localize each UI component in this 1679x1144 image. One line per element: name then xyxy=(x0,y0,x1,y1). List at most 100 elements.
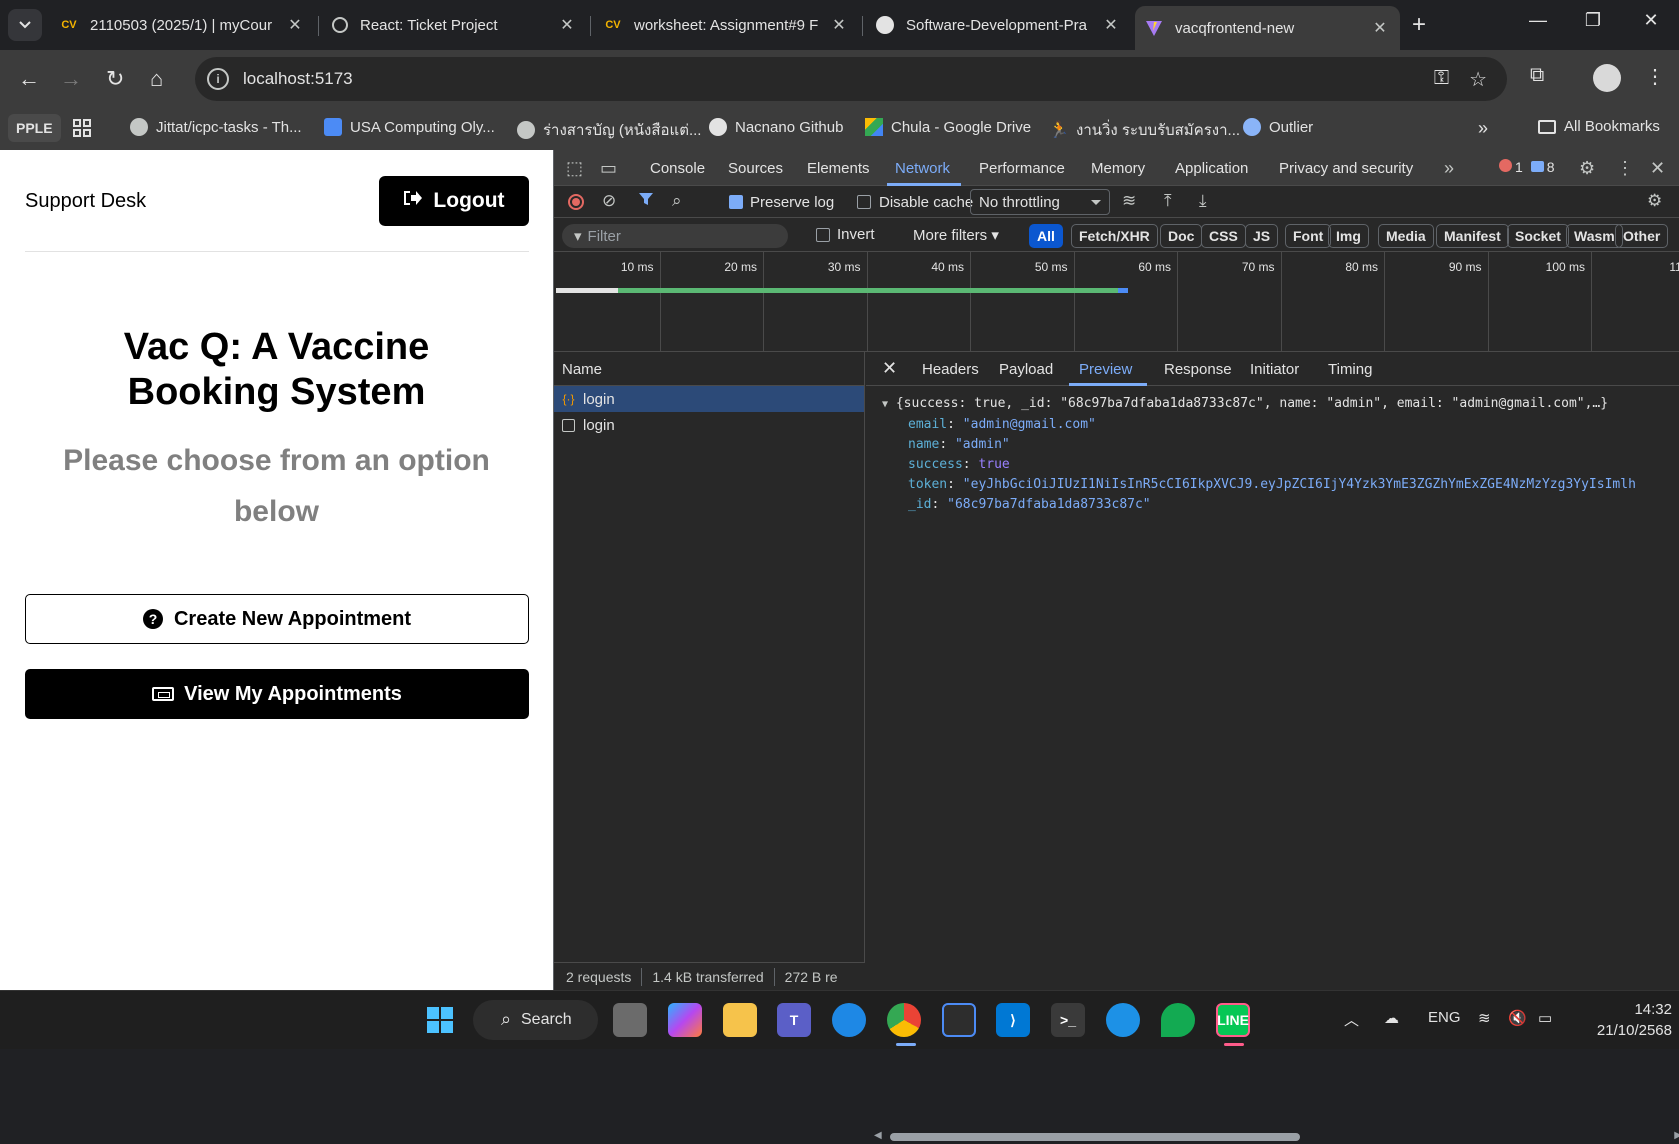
request-row[interactable]: {·} login xyxy=(554,386,864,412)
network-timeline[interactable]: 10 ms20 ms30 ms40 ms50 ms60 ms70 ms80 ms… xyxy=(554,252,1679,352)
tab-payload[interactable]: Payload xyxy=(999,361,1053,378)
network-settings-icon[interactable]: ⚙ xyxy=(1647,191,1662,211)
bookmark-item[interactable]: Chula - Google Drive xyxy=(865,118,1031,136)
network-conditions-icon[interactable]: ≋ xyxy=(1122,191,1136,211)
bookmark-item[interactable]: Nacnano Github xyxy=(709,118,843,136)
git-tool-icon[interactable] xyxy=(942,1003,976,1037)
tab-application[interactable]: Application xyxy=(1175,160,1248,177)
browser-tab[interactable]: CV worksheet: Assignment#9 F ✕ xyxy=(594,8,859,42)
restore-icon[interactable]: ❐ xyxy=(1573,10,1613,31)
expand-triangle-icon[interactable]: ▼ xyxy=(882,399,888,410)
windows-start-icon[interactable] xyxy=(423,1003,457,1037)
device-toolbar-icon[interactable]: ▭ xyxy=(600,158,617,179)
filter-funnel-icon[interactable] xyxy=(638,191,654,212)
all-bookmarks-folder[interactable]: All Bookmarks xyxy=(1538,118,1660,135)
scrollbar-thumb[interactable] xyxy=(890,1133,1300,1141)
volume-muted-icon[interactable]: 🔇 xyxy=(1508,1009,1527,1027)
file-explorer-icon[interactable] xyxy=(723,1003,757,1037)
browser-tab[interactable]: React: Ticket Project ✕ xyxy=(322,8,587,42)
home-icon[interactable]: ⌂ xyxy=(150,66,163,92)
devtools-menu-icon[interactable]: ⋮ xyxy=(1616,158,1634,179)
edge-icon[interactable] xyxy=(832,1003,866,1037)
extensions-icon[interactable]: ⧉ xyxy=(1530,64,1544,87)
terminal-icon[interactable]: >_ xyxy=(1051,1003,1085,1037)
bookmark-item[interactable]: 🏃 งานวิ่ง ระบบรับสมัครงา... xyxy=(1050,118,1240,142)
chrome-icon[interactable] xyxy=(887,1003,921,1037)
tab-search-button[interactable] xyxy=(8,9,42,41)
json-preview[interactable]: ▼ {success: true, _id: "68c97ba7dfaba1da… xyxy=(866,386,1679,515)
request-row[interactable]: login xyxy=(554,412,864,438)
close-icon[interactable]: ✕ xyxy=(829,15,849,35)
menu-kebab-icon[interactable]: ⋮ xyxy=(1645,64,1665,89)
type-filter-chip[interactable]: Other xyxy=(1615,224,1668,248)
more-filters-dropdown[interactable]: More filters ▾ xyxy=(913,226,999,244)
tab-headers[interactable]: Headers xyxy=(922,361,979,378)
taskbar-search[interactable]: ⌕ Search xyxy=(473,1000,598,1040)
mongodb-icon[interactable] xyxy=(1161,1003,1195,1037)
bookmark-pple[interactable]: PPLE xyxy=(8,114,61,142)
close-icon[interactable]: ✕ xyxy=(285,15,305,35)
tab-response[interactable]: Response xyxy=(1164,361,1232,378)
close-icon[interactable]: ✕ xyxy=(1370,18,1390,38)
close-detail-icon[interactable]: ✕ xyxy=(882,358,897,379)
type-filter-chip[interactable]: Media xyxy=(1378,224,1434,248)
bookmark-item[interactable]: ร่างสารบัญ (หนังสือแต่... xyxy=(517,118,701,142)
wifi-icon[interactable]: ≋ xyxy=(1478,1009,1491,1027)
bookmark-item[interactable]: Outlier xyxy=(1243,118,1313,136)
password-key-icon[interactable]: ⚿ xyxy=(1434,67,1449,92)
tab-network[interactable]: Network xyxy=(895,160,950,177)
scroll-right-icon[interactable]: ▶ xyxy=(1674,1130,1679,1141)
new-tab-button[interactable]: + xyxy=(1412,11,1426,39)
clear-icon[interactable]: ⊘ xyxy=(602,191,616,211)
copilot-icon[interactable] xyxy=(668,1003,702,1037)
download-har-icon[interactable]: ⤓ xyxy=(1199,191,1207,211)
name-column-header[interactable]: Name xyxy=(554,352,864,386)
docker-icon[interactable] xyxy=(1106,1003,1140,1037)
tab-timing[interactable]: Timing xyxy=(1328,361,1372,378)
browser-tab[interactable]: Software-Development-Pra ✕ xyxy=(866,8,1131,42)
tab-console[interactable]: Console xyxy=(650,160,705,177)
tab-sources[interactable]: Sources xyxy=(728,160,783,177)
battery-icon[interactable]: ▭ xyxy=(1538,1009,1552,1027)
type-filter-chip[interactable]: All xyxy=(1029,224,1063,248)
tab-performance[interactable]: Performance xyxy=(979,160,1065,177)
task-view-icon[interactable] xyxy=(613,1003,647,1037)
tab-preview[interactable]: Preview xyxy=(1079,361,1132,378)
preserve-log-checkbox[interactable] xyxy=(729,195,743,209)
close-devtools-icon[interactable]: ✕ xyxy=(1650,158,1665,179)
input-language[interactable]: ENG xyxy=(1428,1009,1461,1026)
close-window-icon[interactable]: ✕ xyxy=(1631,10,1671,31)
type-filter-chip[interactable]: JS xyxy=(1245,224,1278,248)
disable-cache-checkbox[interactable] xyxy=(857,195,871,209)
settings-gear-icon[interactable]: ⚙ xyxy=(1579,158,1595,179)
url-text[interactable]: localhost:5173 xyxy=(243,69,353,89)
issues-badge[interactable]: 1 8 xyxy=(1499,159,1555,175)
browser-tab-active[interactable]: vacqfrontend-new ✕ xyxy=(1135,6,1400,50)
type-filter-chip[interactable]: Fetch/XHR xyxy=(1071,224,1158,248)
filter-input[interactable]: ▾Filter xyxy=(562,224,788,248)
create-appointment-button[interactable]: ? Create New Appointment xyxy=(25,594,529,644)
address-bar[interactable]: i localhost:5173 ⚿ ☆ xyxy=(195,57,1507,101)
type-filter-chip[interactable]: Img xyxy=(1328,224,1369,248)
view-appointments-button[interactable]: View My Appointments xyxy=(25,669,529,719)
tab-privacy-security[interactable]: Privacy and security xyxy=(1279,160,1413,177)
forward-icon[interactable]: → xyxy=(60,66,82,92)
invert-checkbox[interactable] xyxy=(816,228,830,242)
type-filter-chip[interactable]: Socket xyxy=(1507,224,1569,248)
minimize-icon[interactable]: — xyxy=(1518,10,1558,31)
throttling-select[interactable]: No throttling xyxy=(970,189,1110,215)
type-filter-chip[interactable]: Doc xyxy=(1160,224,1202,248)
more-tabs-icon[interactable]: » xyxy=(1444,158,1454,179)
scroll-left-icon[interactable]: ◀ xyxy=(874,1130,882,1141)
browser-tab[interactable]: CV 2110503 (2025/1) | myCour ✕ xyxy=(50,8,315,42)
more-bookmarks-icon[interactable]: » xyxy=(1478,118,1488,139)
record-icon[interactable] xyxy=(568,194,584,210)
onedrive-cloud-icon[interactable]: ☁ xyxy=(1384,1009,1399,1027)
system-clock[interactable]: 14:32 21/10/2568 xyxy=(1568,999,1672,1041)
horizontal-scrollbar[interactable]: ◀ ▶ xyxy=(874,1130,1674,1144)
logout-button[interactable]: Logout xyxy=(379,176,529,226)
show-hidden-icons-icon[interactable]: ︿ xyxy=(1344,1009,1359,1030)
close-icon[interactable]: ✕ xyxy=(557,15,577,35)
apps-grid-icon[interactable] xyxy=(72,118,92,138)
json-root-summary[interactable]: ▼ {success: true, _id: "68c97ba7dfaba1da… xyxy=(882,394,1679,415)
